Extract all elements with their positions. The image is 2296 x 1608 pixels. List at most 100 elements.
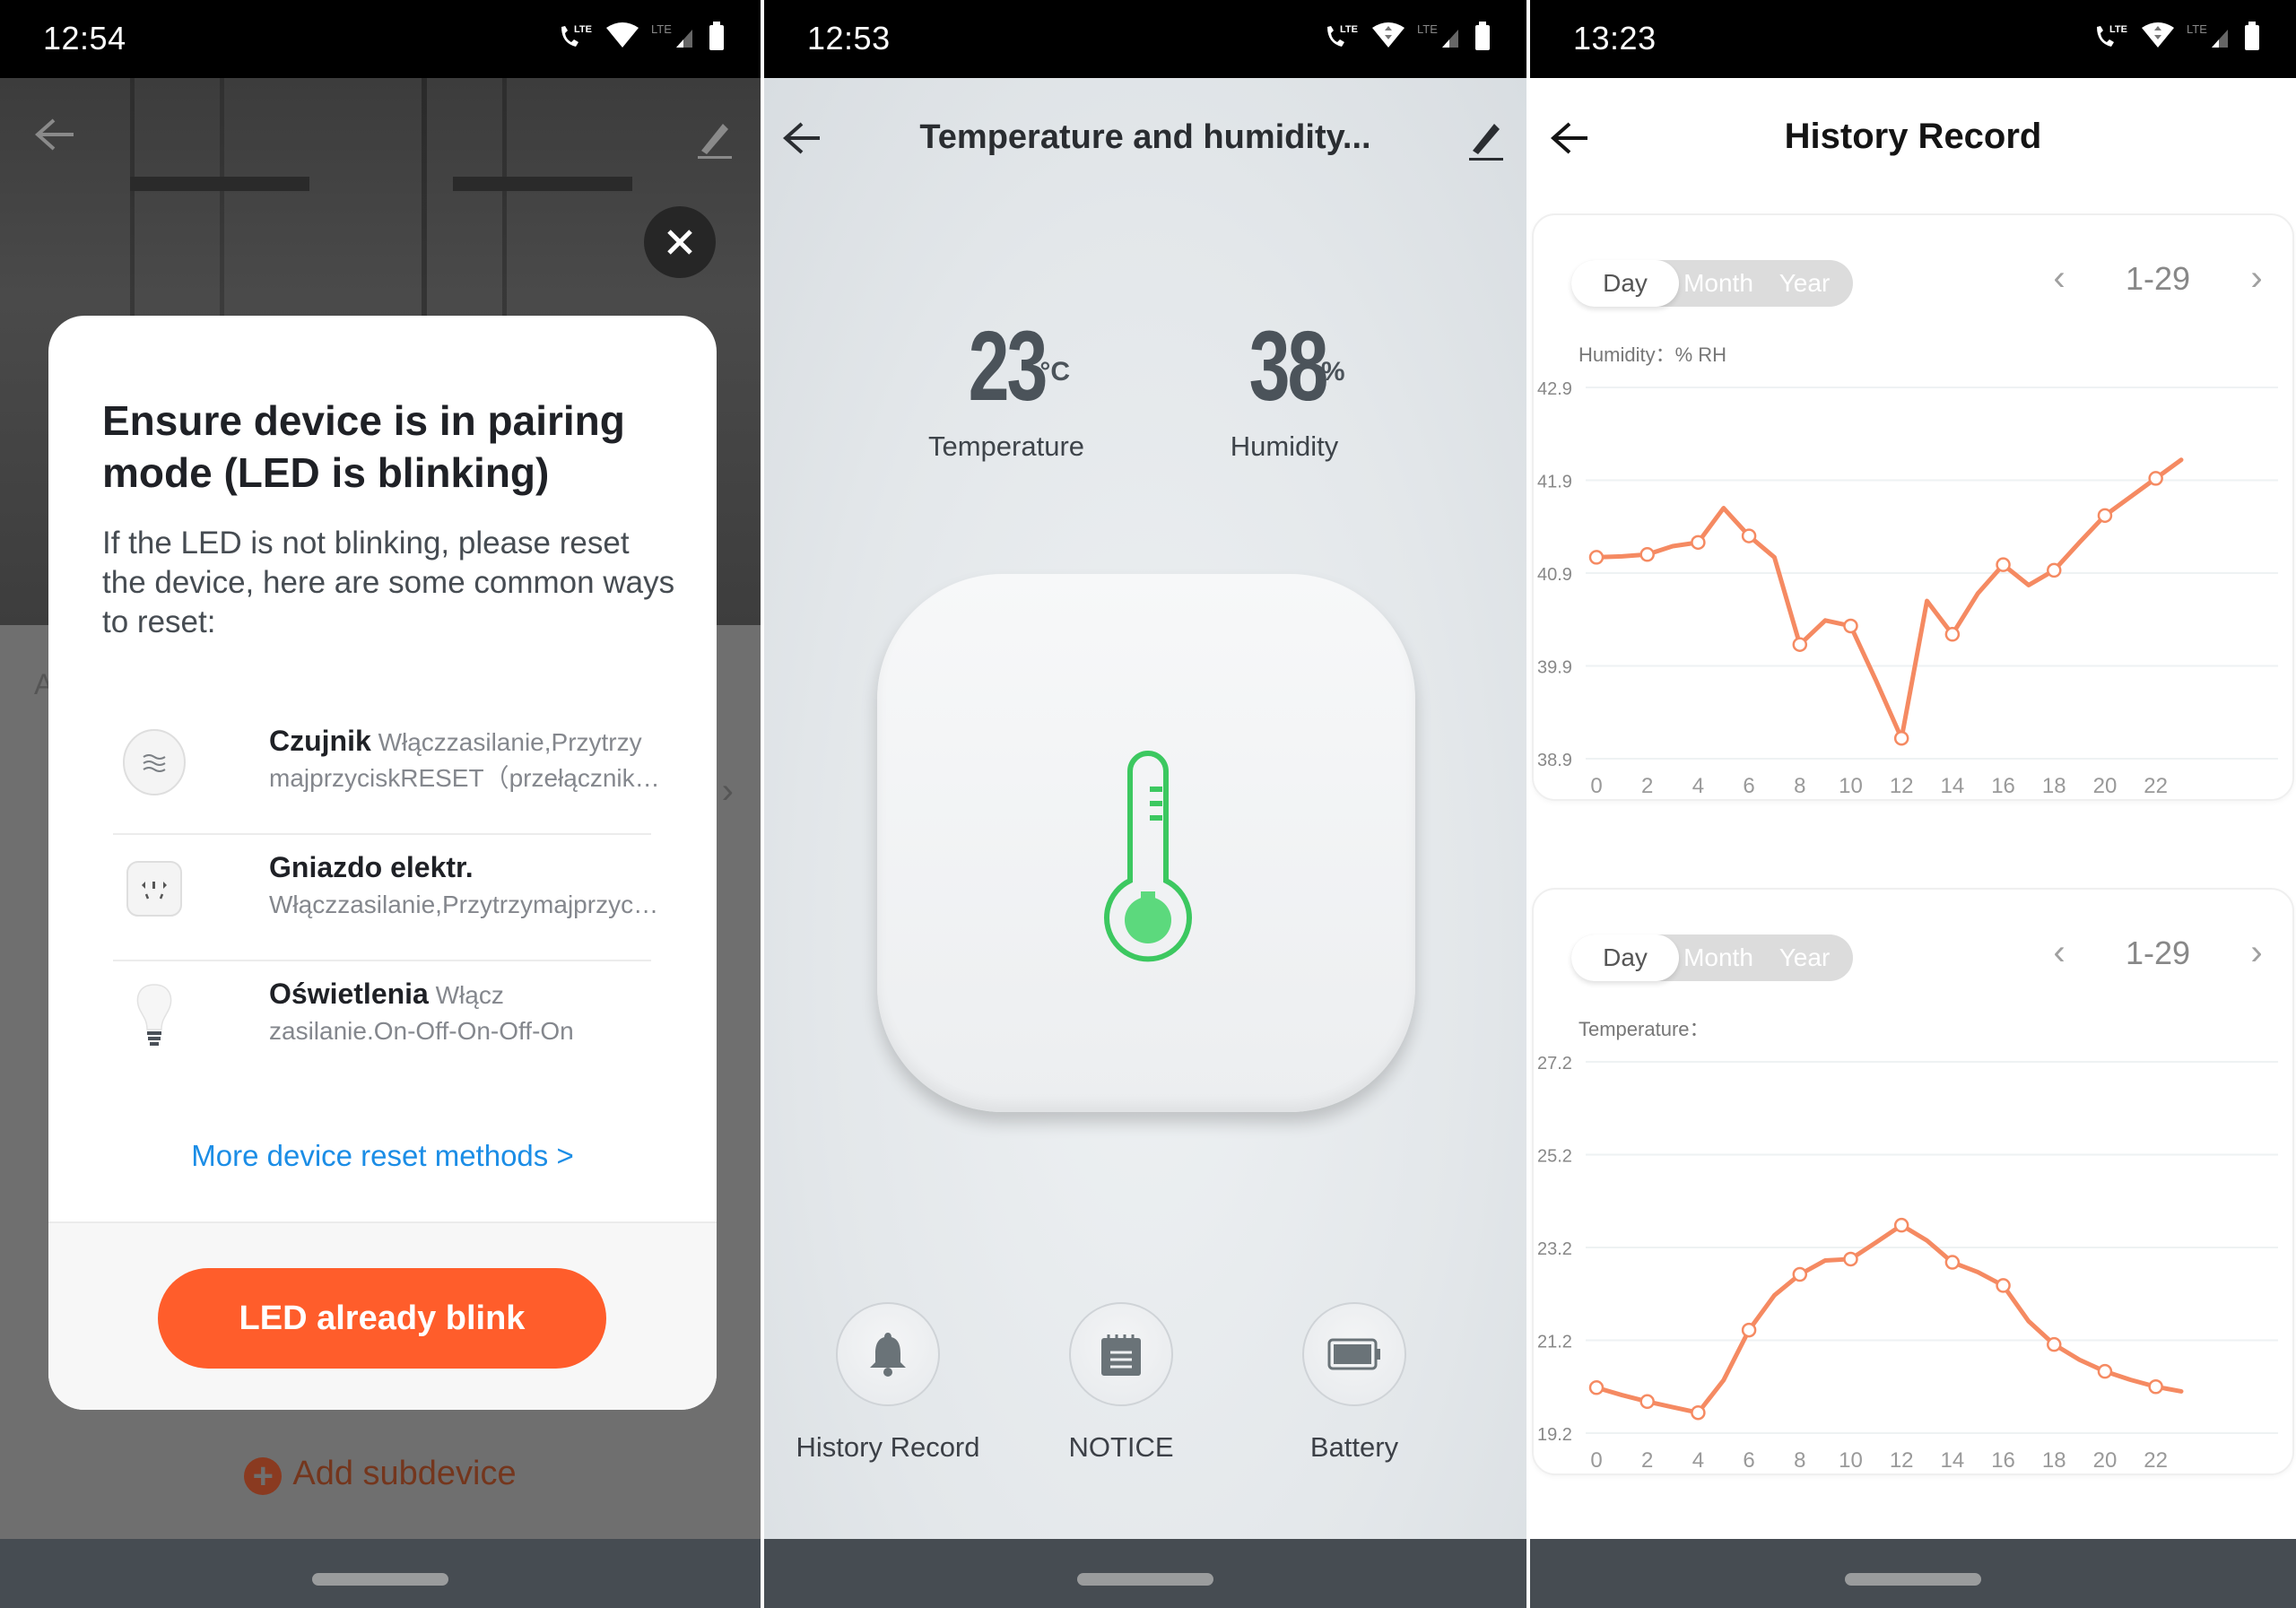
data-point xyxy=(1691,1404,1706,1421)
x-tick-label: 2 xyxy=(1641,774,1653,798)
humidity-chart-card: Month Year Day ‹ 1-29 › Humidity：% RH 42… xyxy=(1532,213,2294,801)
data-point xyxy=(1639,547,1655,562)
battery-status-icon xyxy=(709,22,724,50)
reset-method-text: Oświetlenia Włącz zasilanie.On-Off-On-Of… xyxy=(269,976,664,1049)
humidity-label: Humidity xyxy=(1230,430,1339,462)
battery-status-icon xyxy=(2245,22,2259,50)
x-tick-label: 14 xyxy=(1941,774,1965,798)
data-point xyxy=(1588,1380,1605,1395)
previous-chevron-icon[interactable]: ‹ xyxy=(2041,933,2077,973)
temperature-chart-card: Month Year Day ‹ 1-29 › Temperature： 27.… xyxy=(1532,888,2294,1475)
chart-title: Temperature： xyxy=(1578,1018,1709,1040)
segment-year[interactable]: Year xyxy=(1763,260,1846,307)
data-point xyxy=(1996,1278,2011,1293)
svg-text:LTE: LTE xyxy=(1340,24,1358,35)
plus-icon: + xyxy=(244,1457,283,1495)
status-time: 12:53 xyxy=(807,20,891,56)
photo-detail xyxy=(453,177,632,191)
close-modal-button[interactable] xyxy=(644,206,716,278)
x-tick-label: 20 xyxy=(2093,774,2118,798)
segment-year[interactable]: Year xyxy=(1763,934,1846,981)
home-gesture-handle[interactable] xyxy=(1077,1573,1213,1586)
humidity-reading: 38% Humidity xyxy=(1195,309,1374,463)
reset-method-item[interactable]: Oświetlenia Włącz zasilanie.On-Off-On-Of… xyxy=(113,961,651,1088)
y-tick-label: 19.2 xyxy=(1537,1425,1572,1445)
history-record-action[interactable]: History Record xyxy=(780,1302,996,1464)
data-point xyxy=(1741,528,1757,543)
status-icons: LTE LTE xyxy=(2093,22,2260,50)
led-already-blink-button[interactable]: LED already blink xyxy=(158,1268,606,1369)
y-tick-label: 39.9 xyxy=(1537,658,1572,678)
volte-call-icon: LTE xyxy=(561,24,592,47)
notice-action[interactable]: NOTICE xyxy=(1013,1302,1229,1464)
x-tick-label: 22 xyxy=(2144,1448,2168,1473)
x-tick-label: 8 xyxy=(1794,774,1805,798)
data-point xyxy=(1639,1394,1655,1410)
data-point xyxy=(1843,1251,1858,1267)
status-time: 12:54 xyxy=(43,20,126,56)
notepad-icon xyxy=(1101,1334,1141,1376)
segment-day[interactable]: Day xyxy=(1571,934,1679,981)
x-tick-label: 18 xyxy=(2042,1448,2066,1473)
home-gesture-handle[interactable] xyxy=(1845,1573,1981,1586)
pairing-modal: Ensure device is in pairing mode (LED is… xyxy=(48,316,717,1410)
back-arrow-icon[interactable] xyxy=(32,117,77,152)
humidity-value: 38 xyxy=(1249,311,1329,422)
edit-icon[interactable] xyxy=(694,118,734,161)
data-point xyxy=(2047,562,2062,578)
next-chevron-icon[interactable]: › xyxy=(2239,258,2274,299)
edit-icon[interactable] xyxy=(1465,118,1505,163)
period-segmented-control: Month Year Day xyxy=(1571,934,1853,981)
x-tick-label: 2 xyxy=(1641,1448,1653,1473)
reset-method-item[interactable]: Gniazdo elektr. Włączzasilanie,Przytrzym… xyxy=(113,835,664,961)
add-subdevice-button[interactable]: + Add subdevice xyxy=(0,1455,761,1495)
date-range: 1-29 xyxy=(2125,934,2191,971)
data-point xyxy=(1691,535,1706,551)
wifi-icon xyxy=(2142,22,2174,48)
action-label: Battery xyxy=(1309,1431,1399,1463)
reset-method-instructions: Włączzasilanie,Przytrzymajprzycisk... xyxy=(269,891,664,918)
status-bar: 13:23 LTE LTE xyxy=(1530,0,2296,78)
segment-month[interactable]: Month xyxy=(1674,260,1763,307)
next-chevron-icon[interactable]: › xyxy=(2239,933,2274,973)
y-tick-label: 25.2 xyxy=(1537,1147,1572,1167)
date-pager: ‹ 1-29 › xyxy=(2041,255,2274,309)
wifi-icon xyxy=(1372,22,1405,48)
data-point xyxy=(1996,557,2011,572)
data-point xyxy=(1893,730,1909,746)
more-reset-methods-link[interactable]: More device reset methods > xyxy=(48,1139,717,1173)
x-tick-label: 0 xyxy=(1590,774,1602,798)
data-point xyxy=(2148,1379,2163,1395)
svg-text:LTE: LTE xyxy=(2187,22,2207,36)
previous-chevron-icon[interactable]: ‹ xyxy=(2041,258,2077,299)
data-point xyxy=(1944,627,1961,642)
data-point xyxy=(1792,1266,1808,1282)
device-screen: 12:53 LTE LTE Temperature and humidity..… xyxy=(764,0,1526,1608)
reset-method-instructions: zasilanie.On-Off-On-Off-On xyxy=(269,1017,574,1045)
home-gesture-handle[interactable] xyxy=(312,1573,448,1586)
system-nav-bar xyxy=(1530,1539,2296,1608)
data-point xyxy=(2047,1336,2062,1352)
data-point xyxy=(2148,471,2163,486)
action-label: History Record xyxy=(796,1431,980,1463)
svg-text:LTE: LTE xyxy=(651,22,672,36)
segment-day[interactable]: Day xyxy=(1571,260,1679,307)
y-tick-label: 40.9 xyxy=(1537,565,1572,585)
back-arrow-icon[interactable] xyxy=(782,120,827,156)
close-icon xyxy=(667,230,692,255)
status-bar: 12:53 LTE LTE xyxy=(764,0,1526,78)
series-line xyxy=(1594,1222,2184,1415)
y-tick-label: 21.2 xyxy=(1537,1333,1572,1352)
battery-action[interactable]: Battery xyxy=(1247,1302,1462,1464)
reset-method-text: Czujnik Włączzasilanie,Przytrzy majprzyc… xyxy=(269,723,664,796)
status-icons: LTE LTE xyxy=(1324,22,1491,50)
segment-month[interactable]: Month xyxy=(1674,934,1763,981)
temperature-reading: 23°C Temperature xyxy=(917,309,1096,463)
reset-method-item[interactable]: Czujnik Włączzasilanie,Przytrzy majprzyc… xyxy=(113,708,664,835)
add-subdevice-label: Add subdevice xyxy=(292,1455,517,1492)
reset-method-instructions: majprzyciskRESET（przełącznik）p... xyxy=(269,764,664,792)
sensor-icon xyxy=(123,729,186,795)
x-tick-label: 6 xyxy=(1743,1448,1754,1473)
reset-method-text: Gniazdo elektr. Włączzasilanie,Przytrzym… xyxy=(269,849,664,923)
x-tick-label: 10 xyxy=(1839,1448,1863,1473)
